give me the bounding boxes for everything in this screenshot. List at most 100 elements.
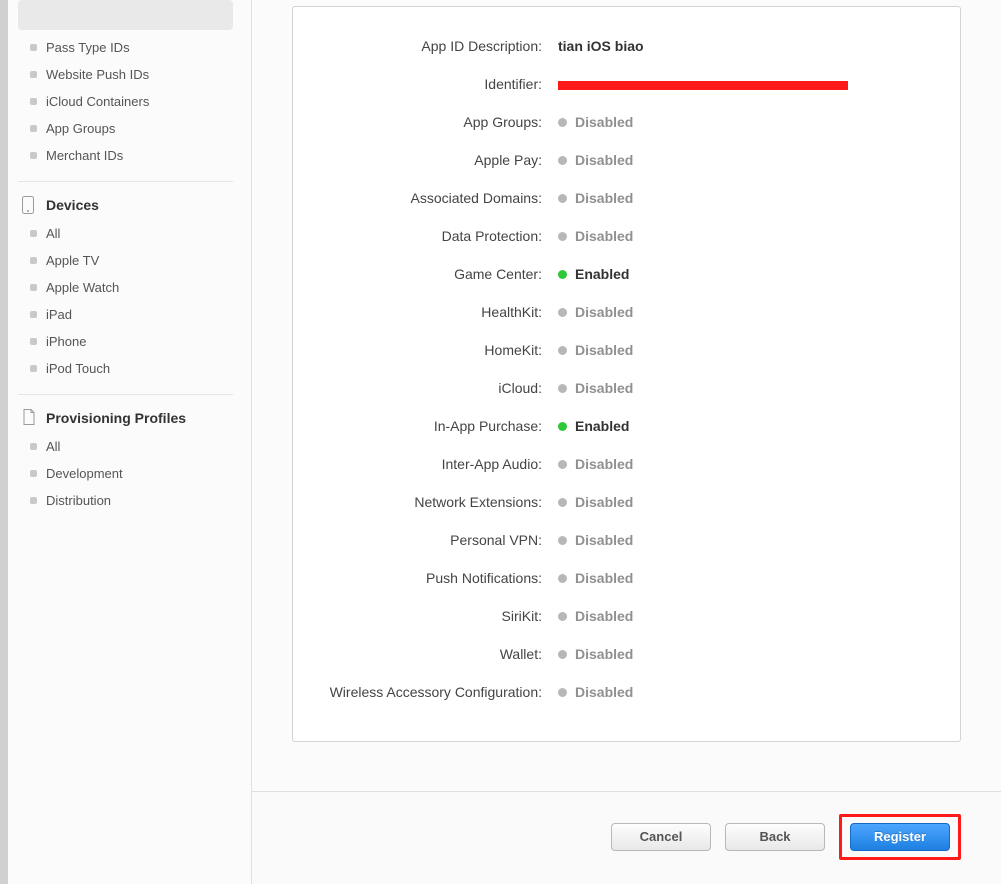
service-status: Disabled — [548, 304, 633, 320]
service-status-text: Disabled — [575, 532, 633, 548]
status-dot-disabled-icon — [558, 688, 567, 697]
status-dot-disabled-icon — [558, 574, 567, 583]
service-status-text: Disabled — [575, 608, 633, 624]
status-dot-disabled-icon — [558, 612, 567, 621]
status-dot-disabled-icon — [558, 346, 567, 355]
register-button[interactable]: Register — [850, 823, 950, 851]
sidebar-section-devices-label: Devices — [46, 197, 99, 213]
status-dot-enabled-icon — [558, 422, 567, 431]
service-label: Network Extensions: — [313, 494, 548, 510]
status-dot-disabled-icon — [558, 460, 567, 469]
service-status-text: Disabled — [575, 228, 633, 244]
sidebar-item-devices-iphone[interactable]: iPhone — [18, 328, 233, 355]
sidebar-item-devices-all[interactable]: All — [18, 220, 233, 247]
sidebar: Pass Type IDs Website Push IDs iCloud Co… — [8, 0, 252, 884]
service-status: Disabled — [548, 114, 633, 130]
sidebar-item-devices-ipad[interactable]: iPad — [18, 301, 233, 328]
service-status: Disabled — [548, 190, 633, 206]
service-label: Associated Domains: — [313, 190, 548, 206]
service-label: In-App Purchase: — [313, 418, 548, 434]
service-label: iCloud: — [313, 380, 548, 396]
status-dot-disabled-icon — [558, 156, 567, 165]
cancel-button[interactable]: Cancel — [611, 823, 711, 851]
service-status-text: Disabled — [575, 342, 633, 358]
label-identifier: Identifier: — [313, 76, 548, 92]
service-label: Inter-App Audio: — [313, 456, 548, 472]
status-dot-enabled-icon — [558, 270, 567, 279]
status-dot-disabled-icon — [558, 498, 567, 507]
service-status: Disabled — [548, 228, 633, 244]
service-status: Disabled — [548, 608, 633, 624]
service-status: Disabled — [548, 380, 633, 396]
service-status-text: Disabled — [575, 570, 633, 586]
sidebar-section-profiles[interactable]: Provisioning Profiles — [18, 407, 233, 433]
status-dot-disabled-icon — [558, 194, 567, 203]
value-app-id-description: tian iOS biao — [548, 38, 644, 54]
service-label: Wallet: — [313, 646, 548, 662]
sidebar-item-merchant-ids[interactable]: Merchant IDs — [18, 142, 233, 169]
sidebar-selected-item[interactable] — [18, 0, 233, 30]
service-status: Disabled — [548, 152, 633, 168]
sidebar-item-devices-ipodtouch[interactable]: iPod Touch — [18, 355, 233, 382]
file-icon — [22, 409, 36, 427]
service-status-text: Disabled — [575, 646, 633, 662]
service-status-text: Disabled — [575, 152, 633, 168]
service-status: Enabled — [548, 418, 629, 434]
app-id-summary-panel: App ID Description: tian iOS biao Identi… — [292, 6, 961, 742]
service-label: Personal VPN: — [313, 532, 548, 548]
service-status: Disabled — [548, 646, 633, 662]
service-status: Enabled — [548, 266, 629, 282]
footer-buttons: Cancel Back Register — [252, 791, 1001, 884]
back-button[interactable]: Back — [725, 823, 825, 851]
service-status: Disabled — [548, 532, 633, 548]
sidebar-item-devices-appletv[interactable]: Apple TV — [18, 247, 233, 274]
value-identifier — [548, 79, 848, 90]
service-status: Disabled — [548, 342, 633, 358]
status-dot-disabled-icon — [558, 308, 567, 317]
sidebar-item-pass-type-ids[interactable]: Pass Type IDs — [18, 34, 233, 61]
service-label: HealthKit: — [313, 304, 548, 320]
sidebar-identifiers-list: Pass Type IDs Website Push IDs iCloud Co… — [18, 34, 233, 169]
sidebar-item-website-push-ids[interactable]: Website Push IDs — [18, 61, 233, 88]
service-status-text: Disabled — [575, 190, 633, 206]
sidebar-section-devices[interactable]: Devices — [18, 194, 233, 220]
sidebar-item-devices-applewatch[interactable]: Apple Watch — [18, 274, 233, 301]
sidebar-item-app-groups[interactable]: App Groups — [18, 115, 233, 142]
sidebar-section-profiles-label: Provisioning Profiles — [46, 410, 186, 426]
service-label: Apple Pay: — [313, 152, 548, 168]
sidebar-item-icloud-containers[interactable]: iCloud Containers — [18, 88, 233, 115]
status-dot-disabled-icon — [558, 232, 567, 241]
service-status-text: Disabled — [575, 380, 633, 396]
service-label: Push Notifications: — [313, 570, 548, 586]
status-dot-disabled-icon — [558, 536, 567, 545]
status-dot-disabled-icon — [558, 118, 567, 127]
service-status-text: Disabled — [575, 494, 633, 510]
sidebar-profiles-list: All Development Distribution — [18, 433, 233, 514]
main-content: App ID Description: tian iOS biao Identi… — [252, 0, 1001, 884]
identifier-redacted — [558, 81, 848, 90]
sidebar-item-profiles-distribution[interactable]: Distribution — [18, 487, 233, 514]
service-status-text: Enabled — [575, 266, 629, 282]
status-dot-disabled-icon — [558, 650, 567, 659]
service-status: Disabled — [548, 570, 633, 586]
service-status-text: Disabled — [575, 114, 633, 130]
sidebar-item-profiles-development[interactable]: Development — [18, 460, 233, 487]
register-highlight-box: Register — [839, 814, 961, 860]
service-status-text: Disabled — [575, 456, 633, 472]
service-label: App Groups: — [313, 114, 548, 130]
service-label: Wireless Accessory Configuration: — [313, 684, 548, 700]
sidebar-item-profiles-all[interactable]: All — [18, 433, 233, 460]
service-label: Data Protection: — [313, 228, 548, 244]
service-label: SiriKit: — [313, 608, 548, 624]
status-dot-disabled-icon — [558, 384, 567, 393]
service-label: HomeKit: — [313, 342, 548, 358]
service-status: Disabled — [548, 494, 633, 510]
service-status: Disabled — [548, 456, 633, 472]
window-left-border — [0, 0, 8, 884]
service-status-text: Disabled — [575, 304, 633, 320]
label-app-id-description: App ID Description: — [313, 38, 548, 54]
service-status-text: Enabled — [575, 418, 629, 434]
service-status-text: Disabled — [575, 684, 633, 700]
device-icon — [22, 196, 36, 214]
service-label: Game Center: — [313, 266, 548, 282]
